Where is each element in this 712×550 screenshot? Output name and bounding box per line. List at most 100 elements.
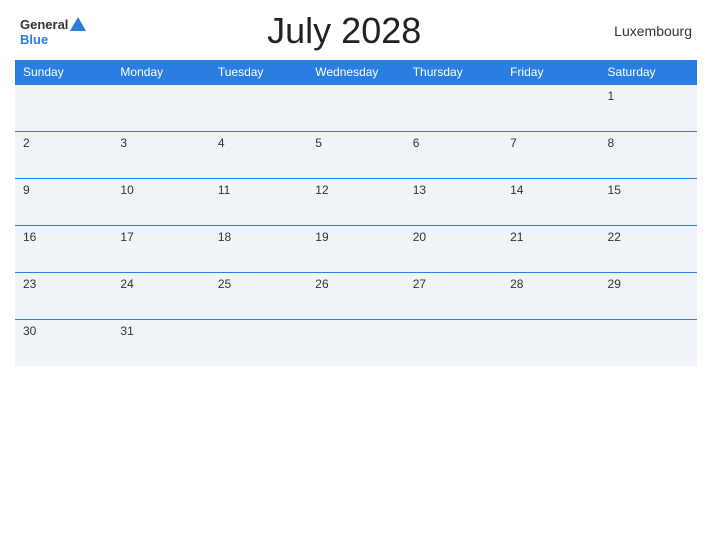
- day-num: 29: [608, 277, 621, 291]
- table-row: 9 10 11 12 13 14 15: [15, 179, 697, 226]
- table-cell: 13: [405, 179, 502, 226]
- table-cell: 26: [307, 273, 404, 320]
- table-cell: 21: [502, 226, 599, 273]
- day-num: 22: [608, 230, 621, 244]
- table-cell: 10: [112, 179, 209, 226]
- day-num: 1: [608, 89, 615, 103]
- table-cell: [405, 85, 502, 132]
- day-num: 26: [315, 277, 328, 291]
- table-cell: 7: [502, 132, 599, 179]
- day-num: 20: [413, 230, 426, 244]
- table-cell: 5: [307, 132, 404, 179]
- table-cell: [307, 320, 404, 367]
- logo-general-text: General: [20, 18, 68, 31]
- day-num: 13: [413, 183, 426, 197]
- day-num: 21: [510, 230, 523, 244]
- table-row: 2 3 4 5 6 7 8: [15, 132, 697, 179]
- days-header-row: Sunday Monday Tuesday Wednesday Thursday…: [15, 60, 697, 85]
- logo-block: General Blue: [20, 17, 86, 46]
- calendar-table: Sunday Monday Tuesday Wednesday Thursday…: [15, 60, 697, 366]
- day-num: 6: [413, 136, 420, 150]
- col-monday: Monday: [112, 60, 209, 85]
- col-saturday: Saturday: [600, 60, 697, 85]
- day-num: 14: [510, 183, 523, 197]
- table-cell: 4: [210, 132, 307, 179]
- table-cell: 11: [210, 179, 307, 226]
- table-cell: 25: [210, 273, 307, 320]
- table-cell: 22: [600, 226, 697, 273]
- logo: General Blue: [20, 17, 86, 46]
- logo-triangle-icon: [70, 17, 86, 31]
- table-cell: 24: [112, 273, 209, 320]
- table-cell: 29: [600, 273, 697, 320]
- country-label: Luxembourg: [602, 23, 692, 39]
- table-cell: 18: [210, 226, 307, 273]
- table-cell: [405, 320, 502, 367]
- table-cell: 6: [405, 132, 502, 179]
- table-cell: [600, 320, 697, 367]
- table-cell: [502, 320, 599, 367]
- logo-blue-text: Blue: [20, 33, 48, 46]
- table-cell: 27: [405, 273, 502, 320]
- table-cell: 16: [15, 226, 112, 273]
- day-num: 24: [120, 277, 133, 291]
- day-num: 17: [120, 230, 133, 244]
- day-num: 23: [23, 277, 36, 291]
- day-num: 2: [23, 136, 30, 150]
- col-wednesday: Wednesday: [307, 60, 404, 85]
- day-num: 10: [120, 183, 133, 197]
- table-cell: [210, 85, 307, 132]
- table-cell: [210, 320, 307, 367]
- table-row: 30 31: [15, 320, 697, 367]
- day-num: 30: [23, 324, 36, 338]
- table-cell: 30: [15, 320, 112, 367]
- day-num: 4: [218, 136, 225, 150]
- day-num: 3: [120, 136, 127, 150]
- table-cell: 3: [112, 132, 209, 179]
- col-thursday: Thursday: [405, 60, 502, 85]
- day-num: 28: [510, 277, 523, 291]
- day-num: 5: [315, 136, 322, 150]
- table-cell: 20: [405, 226, 502, 273]
- day-num: 19: [315, 230, 328, 244]
- table-cell: 12: [307, 179, 404, 226]
- day-num: 16: [23, 230, 36, 244]
- calendar-tbody: 1234567891011121314151617181920212223242…: [15, 85, 697, 367]
- table-cell: 8: [600, 132, 697, 179]
- month-title: July 2028: [86, 10, 602, 52]
- day-num: 7: [510, 136, 517, 150]
- table-cell: 31: [112, 320, 209, 367]
- table-cell: 15: [600, 179, 697, 226]
- calendar-header: General Blue July 2028 Luxembourg: [15, 10, 697, 52]
- day-num: 15: [608, 183, 621, 197]
- table-row: 16 17 18 19 20 21 22: [15, 226, 697, 273]
- calendar-thead: Sunday Monday Tuesday Wednesday Thursday…: [15, 60, 697, 85]
- table-cell: 17: [112, 226, 209, 273]
- logo-top-row: General: [20, 17, 86, 33]
- day-num: 25: [218, 277, 231, 291]
- day-num: 31: [120, 324, 133, 338]
- table-cell: [502, 85, 599, 132]
- table-row: 1: [15, 85, 697, 132]
- calendar-container: General Blue July 2028 Luxembourg Sunday…: [0, 0, 712, 550]
- col-friday: Friday: [502, 60, 599, 85]
- col-tuesday: Tuesday: [210, 60, 307, 85]
- table-cell: 2: [15, 132, 112, 179]
- day-num: 9: [23, 183, 30, 197]
- table-cell: 9: [15, 179, 112, 226]
- table-cell: 19: [307, 226, 404, 273]
- table-cell: 28: [502, 273, 599, 320]
- table-cell: 1: [600, 85, 697, 132]
- col-sunday: Sunday: [15, 60, 112, 85]
- table-cell: 23: [15, 273, 112, 320]
- day-num: 11: [218, 183, 230, 197]
- day-num: 27: [413, 277, 426, 291]
- table-cell: [307, 85, 404, 132]
- table-cell: [112, 85, 209, 132]
- table-cell: 14: [502, 179, 599, 226]
- day-num: 18: [218, 230, 231, 244]
- table-cell: [15, 85, 112, 132]
- day-num: 12: [315, 183, 328, 197]
- day-num: 8: [608, 136, 615, 150]
- table-row: 23 24 25 26 27 28 29: [15, 273, 697, 320]
